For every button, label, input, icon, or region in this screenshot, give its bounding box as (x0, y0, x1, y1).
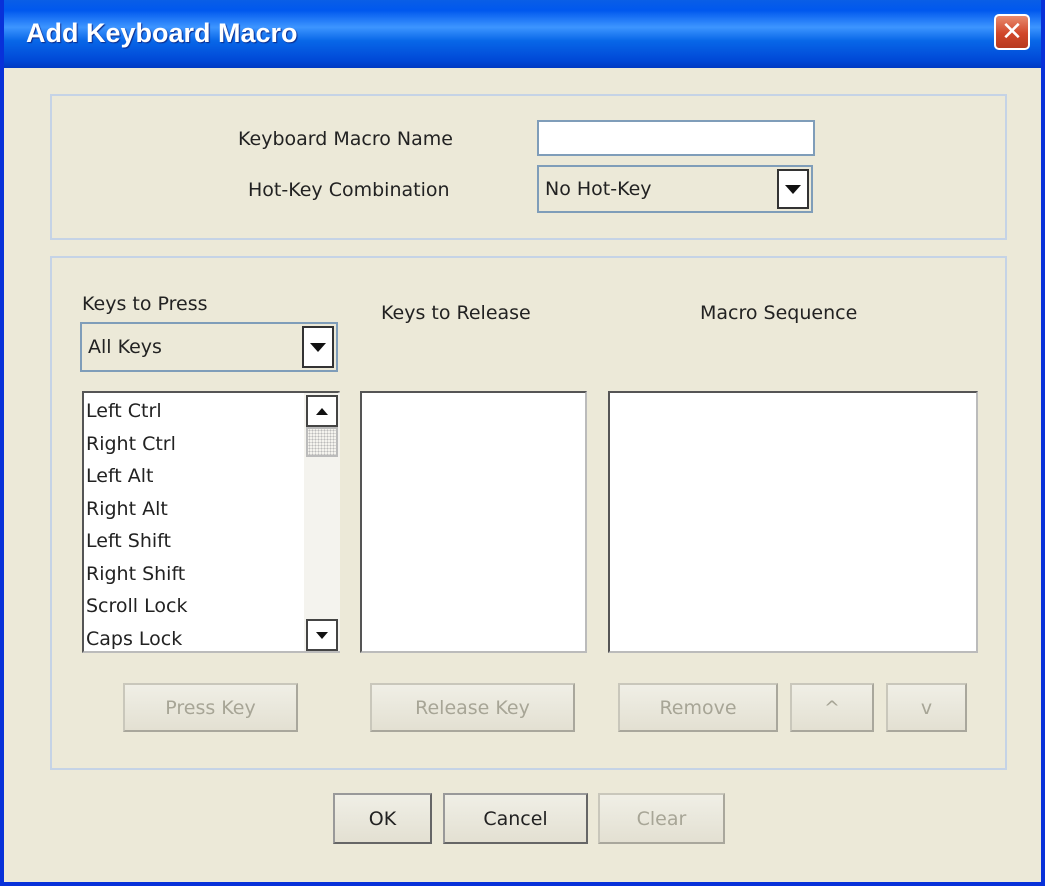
add-keyboard-macro-dialog: Add Keyboard Macro ✕ Keyboard Macro Name… (0, 0, 1045, 886)
cancel-button[interactable]: Cancel (443, 793, 588, 844)
list-item[interactable]: Caps Lock (84, 623, 302, 656)
scroll-up-button[interactable] (306, 395, 338, 427)
macro-info-panel (50, 94, 1007, 240)
keys-to-press-label: Keys to Press (82, 293, 208, 315)
arrow-down-icon (316, 631, 328, 639)
list-item[interactable]: Left Ctrl (84, 395, 302, 428)
keys-list-scrollbar[interactable] (304, 393, 340, 651)
list-item[interactable]: Right Alt (84, 493, 302, 526)
hotkey-select[interactable]: No Hot-Key (537, 165, 813, 213)
keys-filter-value: All Keys (88, 336, 162, 358)
macro-name-input[interactable] (537, 120, 815, 156)
macro-name-label: Keyboard Macro Name (238, 128, 453, 150)
chevron-down-icon[interactable] (777, 169, 809, 209)
list-item[interactable]: Left Alt (84, 460, 302, 493)
move-up-button[interactable]: ^ (790, 683, 874, 732)
ok-button[interactable]: OK (333, 793, 432, 844)
macro-sequence-list[interactable] (608, 391, 978, 653)
keys-filter-select[interactable]: All Keys (80, 322, 338, 372)
close-icon[interactable]: ✕ (994, 14, 1030, 50)
clear-button[interactable]: Clear (598, 793, 725, 844)
keys-to-release-list[interactable] (360, 391, 587, 653)
title-bar[interactable]: Add Keyboard Macro ✕ (4, 0, 1041, 68)
scroll-thumb[interactable] (306, 427, 338, 457)
remove-button[interactable]: Remove (618, 683, 778, 732)
list-item[interactable]: Right Ctrl (84, 428, 302, 461)
list-item[interactable]: Left Shift (84, 525, 302, 558)
keys-to-release-label: Keys to Release (381, 302, 531, 324)
keys-to-press-list[interactable]: Left Ctrl Right Ctrl Left Alt Right Alt Left… (82, 391, 340, 653)
move-down-button[interactable]: v (886, 683, 967, 732)
hotkey-label: Hot-Key Combination (248, 179, 450, 201)
hotkey-selected-value: No Hot-Key (545, 178, 652, 200)
press-key-button[interactable]: Press Key (123, 683, 298, 732)
scroll-down-button[interactable] (306, 619, 338, 651)
release-key-button[interactable]: Release Key (370, 683, 575, 732)
list-item[interactable]: Scroll Lock (84, 590, 302, 623)
chevron-down-icon[interactable] (302, 326, 334, 368)
dialog-title: Add Keyboard Macro (26, 18, 298, 48)
macro-sequence-label: Macro Sequence (700, 302, 858, 324)
arrow-up-icon (316, 407, 328, 415)
list-item[interactable]: Right Shift (84, 558, 302, 591)
